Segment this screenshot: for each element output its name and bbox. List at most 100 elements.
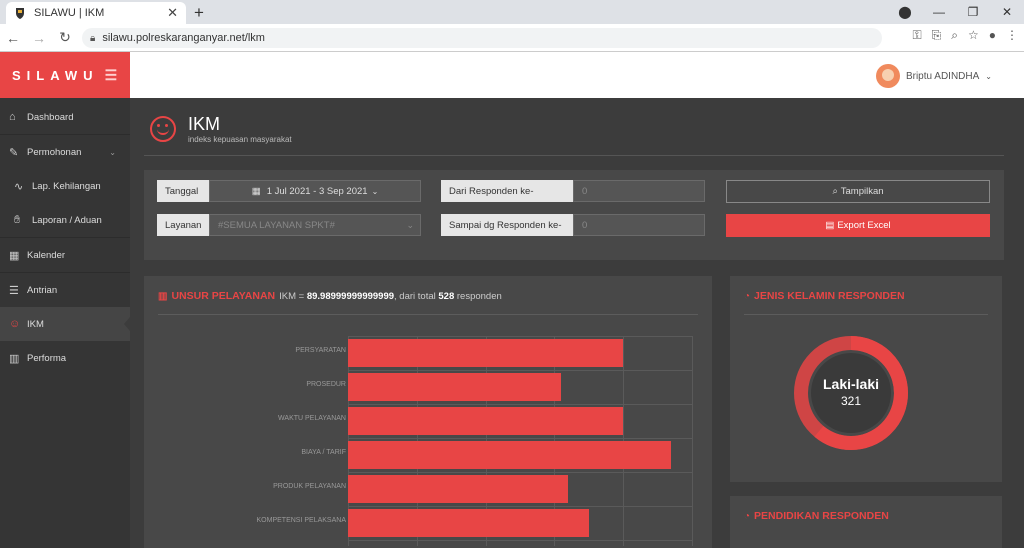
date-range-picker[interactable]: ▦ 1 Jul 2021 - 3 Sep 2021 ⌄ [209,180,421,202]
topbar: Briptu ADINDHA ⌄ [130,52,1024,98]
grid-line [348,540,692,541]
hand-icon: ✋︎ [14,213,21,226]
zoom-icon[interactable]: ⌕ [951,28,958,43]
export-label: Export Excel [837,220,891,231]
sidebar-item-permohonan[interactable]: ✎ Permohonan ⌄ [0,135,130,169]
bar-row: WAKTU PELAYANAN [144,404,712,438]
tampilkan-button[interactable]: ⌕ Tampilkan [726,180,990,203]
address-bar[interactable]: 🔒︎ silawu.polreskaranganyar.net/lkm [82,28,882,48]
sidebar-item-antrian[interactable]: ☰ Antrian [0,273,130,307]
bar-row: PROSEDUR [144,370,712,404]
close-window-icon[interactable]: ✕ [990,5,1024,19]
layanan-label: Layanan [157,214,209,236]
divider [744,314,988,315]
jenis-kelamin-title-text: JENIS KELAMIN RESPONDEN [754,290,905,302]
bar-row: PRODUK PELAYANAN [144,472,712,506]
sidebar-item-label: Antrian [27,284,58,296]
sidebar-item-label: Performa [27,352,67,364]
account-icon[interactable]: ● [989,28,996,43]
browser-tab[interactable]: SILAWU | IKM ✕ [6,2,186,24]
bar-chart-icon: ▥ [9,352,20,365]
profile-menu-icon[interactable]: ⬤ [888,5,922,19]
total-responden: 528 [438,290,455,302]
sidebar-item-label: Permohonan [27,146,82,158]
sidebar-item-label: Kalender [27,249,66,261]
page-header: IKM indeks kepuasan masyarakat [144,110,1004,156]
bar[interactable] [348,339,624,367]
dari-responden-input[interactable]: 0 [573,180,705,202]
sidebar-item-label: IKM [27,318,44,330]
page-subtitle: indeks kepuasan masyarakat [188,135,292,144]
layanan-select[interactable]: #SEMUA LAYANAN SPKT# ⌄ [209,214,421,236]
sidebar-item-dashboard[interactable]: ⌂ Dashboard [0,100,130,134]
sidebar-item-kalender[interactable]: ▦ Kalender [0,238,130,272]
sidebar-item-label: Dashboard [27,111,74,123]
avatar [875,64,900,88]
restore-icon[interactable]: ❐ [956,5,990,19]
sidebar-item-laporan-aduan[interactable]: ✋︎ Laporan / Aduan [0,203,130,237]
sidebar-item-label: Laporan / Aduan [32,214,102,226]
divider [158,314,698,315]
unsur-pelayanan-title: ▥ UNSUR PELAYANAN IKM = 89.9899999999999… [158,290,502,302]
menu-dots-icon[interactable]: ⋮ [1006,28,1018,43]
donut-center-label: Laki-laki 321 [792,376,910,408]
bar-label: WAKTU PELAYANAN [278,415,346,422]
clock-icon: ◔ [744,510,751,522]
edit-icon: ✎ [9,146,19,159]
ikm-prefix: IKM = [279,290,307,302]
app: SILAWU ☰ ⌂ Dashboard ✎ Permohonan ⌄ ∿ La… [0,52,1024,548]
total-prefix: , dari total [394,290,439,302]
sidebar-item-ikm[interactable]: ☺ IKM [0,307,130,341]
sampai-responden-input[interactable]: 0 [573,214,705,236]
close-tab-icon[interactable]: ✕ [167,5,178,21]
bar-row: KOMPETENSI PELAKSANA [144,506,712,540]
bar-label: PERSYARATAN [295,347,346,354]
browser-toolbar: ← → ↻ 🔒︎ silawu.polreskaranganyar.net/lk… [0,24,1024,52]
unsur-pelayanan-panel: ▥ UNSUR PELAYANAN IKM = 89.9899999999999… [144,276,712,548]
file-excel-icon: ▤ [825,220,835,231]
translate-icon[interactable]: ⎘ [932,28,942,43]
unsur-title-text: UNSUR PELAYANAN [171,290,276,302]
main-content: IKM indeks kepuasan masyarakat Tanggal ▦… [130,98,1024,548]
chevron-down-icon: ⌄ [985,71,992,81]
bar[interactable] [348,509,589,537]
clock-icon: ◔ [744,290,751,302]
minimize-icon[interactable]: — [922,5,956,19]
bar-label: KOMPETENSI PELAKSANA [256,517,346,524]
hamburger-icon[interactable]: ☰ [105,67,118,84]
bar-label: PRODUK PELAYANAN [273,483,346,490]
sidebar-item-label: Lap. Kehilangan [32,180,101,192]
smile-icon: ☺ [9,318,21,330]
reload-icon[interactable]: ↻ [52,29,78,46]
pendidikan-title: ◔ PENDIDIKAN RESPONDEN [744,510,889,522]
dari-responden-label: Dari Responden ke- [441,180,573,202]
new-tab-icon[interactable]: + [194,3,204,23]
bookmark-star-icon[interactable]: ☆ [968,28,979,43]
forward-icon[interactable]: → [26,30,52,46]
calendar-icon: ▦ [9,249,20,262]
tab-title: SILAWU | IKM [34,7,105,19]
key-icon[interactable]: ⚿ [913,28,922,43]
list-icon: ☰ [9,284,19,297]
date-range-value: 1 Jul 2021 - 3 Sep 2021 [266,185,368,197]
bar[interactable] [348,441,672,469]
total-suffix: responden [454,290,502,302]
ikm-value: 89.98999999999999 [306,290,395,302]
sidebar-item-lap-kehilangan[interactable]: ∿ Lap. Kehilangan [0,169,130,203]
pendidikan-title-text: PENDIDIKAN RESPONDEN [754,510,889,522]
back-icon[interactable]: ← [0,30,26,46]
sidebar-item-performa[interactable]: ▥ Performa [0,341,130,375]
bar[interactable] [348,373,562,401]
sampai-responden-label: Sampai dg Responden ke- [441,214,573,236]
brand-name: SILAWU [12,67,99,83]
user-menu[interactable]: Briptu ADINDHA ⌄ [875,64,992,88]
bar-chart-icon: ▥ [158,290,168,302]
chevron-down-icon: ⌄ [109,147,116,157]
calendar-icon: ▦ [251,185,261,197]
chevron-down-icon: ⌄ [406,219,414,230]
export-excel-button[interactable]: ▤ Export Excel [726,214,990,237]
search-icon: ⌕ [832,186,838,197]
donut-value: 321 [840,394,862,408]
bar[interactable] [348,407,624,435]
bar[interactable] [348,475,569,503]
